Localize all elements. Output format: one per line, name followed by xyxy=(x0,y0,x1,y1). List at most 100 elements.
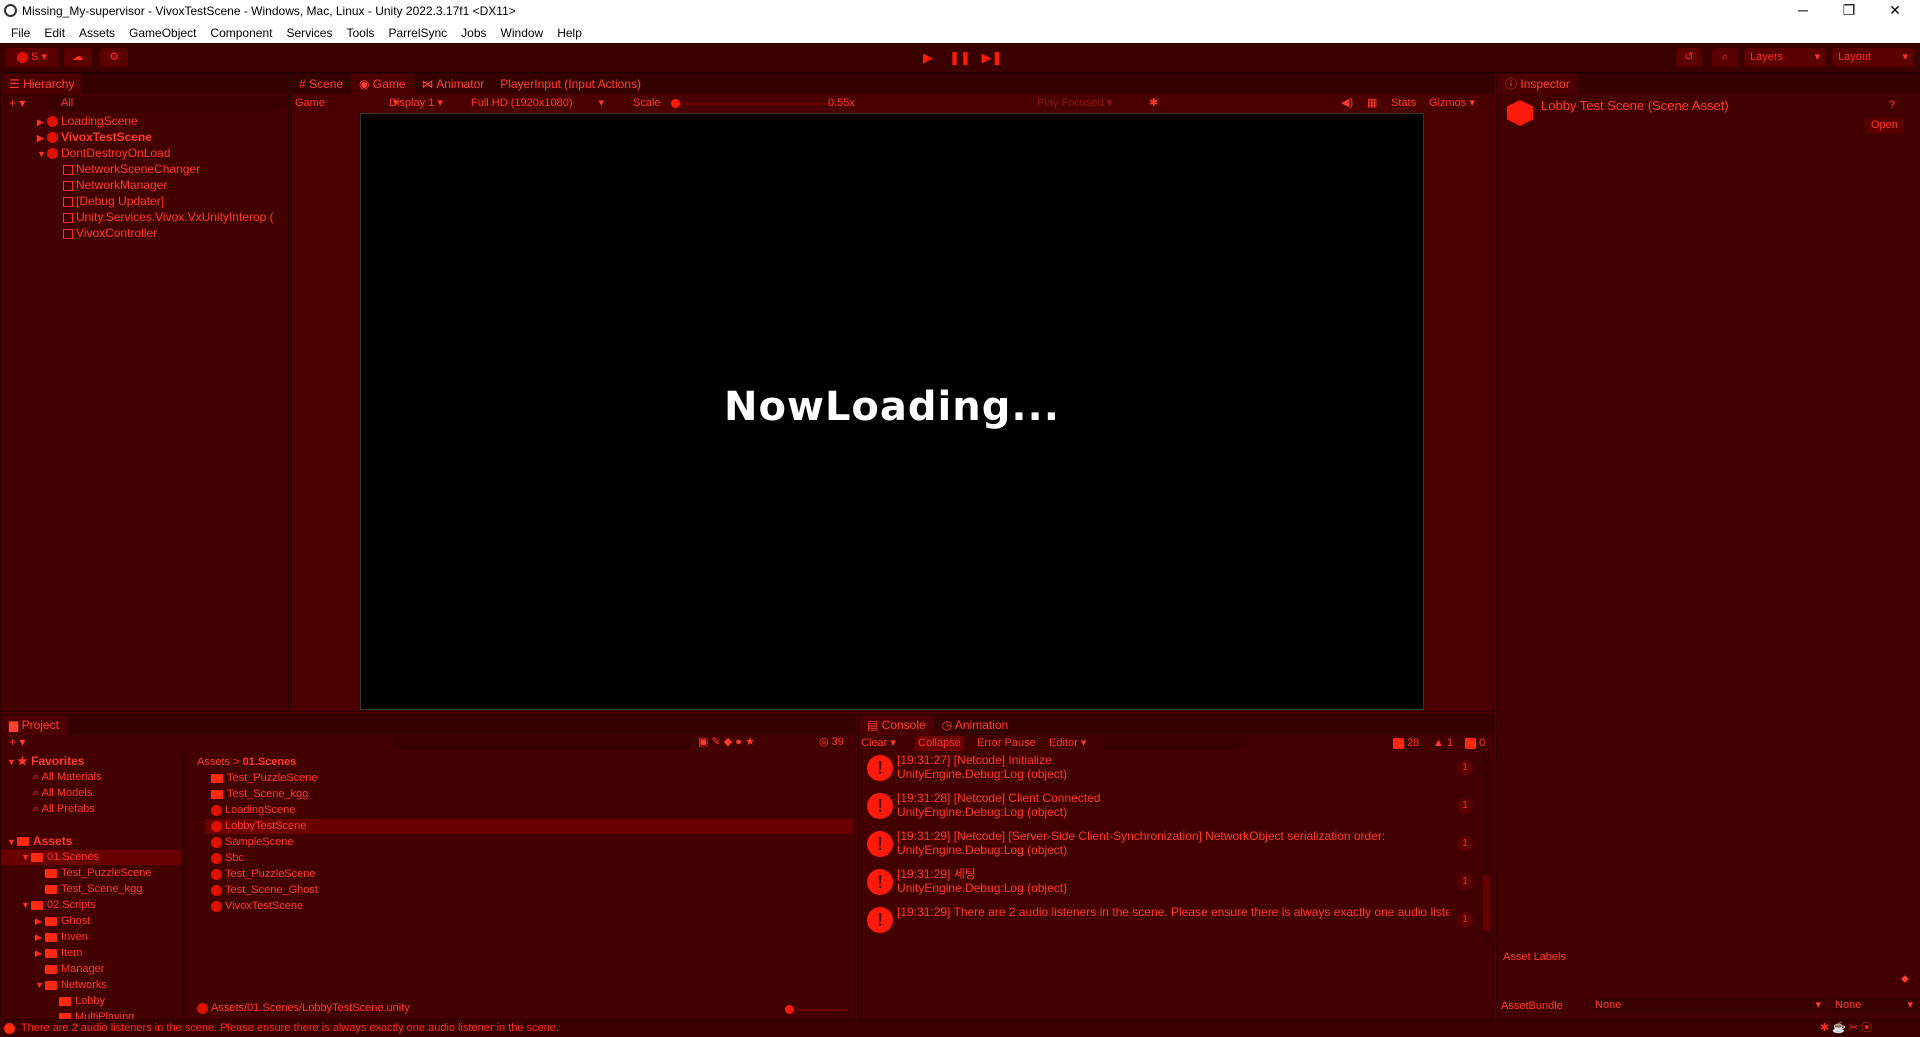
scale-slider-handle[interactable] xyxy=(671,99,680,108)
tab-animation[interactable]: ◷ Animation xyxy=(934,715,1017,735)
collapse-toggle[interactable]: Collapse xyxy=(915,736,964,751)
assetbundle-dropdown[interactable]: None ▾ xyxy=(1591,998,1825,1013)
error-count-toggle[interactable]: 28 xyxy=(1393,736,1419,751)
play-focused-dropdown[interactable]: Play Focused ▾ xyxy=(1037,96,1112,111)
tab-inspector[interactable]: ⓘ Inspector xyxy=(1497,74,1578,94)
expand-arrow-icon[interactable]: ▼ xyxy=(37,147,47,162)
warning-count-toggle[interactable]: ▲ 1 xyxy=(1433,736,1453,751)
tree-item-multiplaying[interactable]: MultiPlaying xyxy=(59,1010,134,1019)
bug-icon[interactable]: ✱ xyxy=(1149,96,1158,111)
favorite-all-prefabs[interactable]: ⌕ All Prefabs xyxy=(33,802,95,817)
filter-icons[interactable]: ▣ ✎ ◆ ● ★ xyxy=(698,735,755,750)
file-item[interactable]: Test_Scene_kgg xyxy=(211,787,308,802)
tab-hierarchy[interactable]: ☰ Hierarchy xyxy=(1,74,83,94)
step-button[interactable]: ▶❚ xyxy=(979,49,1005,67)
breadcrumb-assets[interactable]: Assets xyxy=(197,756,230,768)
resolution-dropdown[interactable]: Full HD (1920x1080) ▾ xyxy=(471,96,604,111)
hierarchy-item-networkscenechanger[interactable]: NetworkSceneChanger xyxy=(63,162,200,177)
file-item[interactable]: VivoxTestScene xyxy=(211,899,303,914)
gizmos-button[interactable]: Gizmos ▾ xyxy=(1429,96,1475,111)
layout-dropdown[interactable]: Layout ▾ xyxy=(1832,48,1914,67)
maximize-button[interactable]: ❐ xyxy=(1826,0,1872,22)
play-button[interactable]: ▶ xyxy=(915,49,941,67)
favorites-header[interactable]: ▼★ Favorites xyxy=(7,754,84,770)
hierarchy-item-vivoxcontroller[interactable]: VivoxController xyxy=(63,226,157,241)
tree-item-lobby[interactable]: Lobby xyxy=(59,994,105,1009)
tab-project[interactable]: ▆ Project xyxy=(1,715,67,735)
tree-item-ghost[interactable]: ▶ Ghost xyxy=(35,914,90,929)
console-scrollbar[interactable] xyxy=(1483,755,1490,945)
tree-item-test-scene-kgg[interactable]: Test_Scene_kgg xyxy=(45,882,142,897)
scale-slider[interactable] xyxy=(671,103,841,105)
status-bar[interactable]: There are 2 audio listeners in the scene… xyxy=(0,1020,1920,1037)
hierarchy-item-vxunityinterop[interactable]: Unity.Services.Vivox.VxUnityInterop ( xyxy=(63,210,288,225)
expand-arrow-icon[interactable]: ▼ xyxy=(21,850,31,865)
file-item[interactable]: Test_PuzzleScene xyxy=(211,867,316,882)
menu-help[interactable]: Help xyxy=(557,26,582,40)
menu-assets[interactable]: Assets xyxy=(79,26,115,40)
error-pause-toggle[interactable]: Error Pause xyxy=(977,736,1036,751)
info-count-toggle[interactable]: 0 xyxy=(1465,736,1485,751)
collab-icon[interactable]: ⚙ xyxy=(100,48,128,67)
tag-icon[interactable]: ⬥ xyxy=(1901,972,1909,987)
file-item[interactable]: Test_Scene_Ghost xyxy=(211,883,318,898)
console-scrollbar-thumb[interactable] xyxy=(1483,875,1490,931)
expand-arrow-icon[interactable]: ▼ xyxy=(7,755,17,770)
add-button[interactable]: + ▾ xyxy=(9,96,25,111)
expand-arrow-icon[interactable]: ▶ xyxy=(35,930,45,945)
status-icons[interactable]: ✱ ☕ ✂ ⦿ xyxy=(1820,1020,1872,1037)
pause-button[interactable]: ❚❚ xyxy=(947,49,973,67)
menu-file[interactable]: File xyxy=(11,26,30,40)
clear-button[interactable]: Clear ▾ xyxy=(861,736,896,751)
breadcrumb-01-scenes[interactable]: 01.Scenes xyxy=(243,756,297,768)
expand-arrow-icon[interactable]: ▶ xyxy=(37,131,47,146)
favorite-all-models[interactable]: ⌕ All Models xyxy=(33,786,92,801)
menu-services[interactable]: Services xyxy=(286,26,332,40)
file-item-selected[interactable]: LobbyTestScene xyxy=(205,819,853,834)
tree-item-01-scenes[interactable]: ▼ 01.Scenes xyxy=(1,850,181,865)
menu-parrelsync[interactable]: ParrelSync xyxy=(388,26,447,40)
tree-scrollbar[interactable] xyxy=(182,753,187,1019)
icon-size-slider[interactable] xyxy=(787,1009,847,1011)
hierarchy-item-vivoxtestscene[interactable]: ▶ VivoxTestScene xyxy=(37,130,152,146)
help-icon[interactable]: ? xyxy=(1889,98,1895,113)
tree-item-manager[interactable]: Manager xyxy=(45,962,104,977)
file-item[interactable]: SampleScene xyxy=(211,835,294,850)
open-button[interactable]: Open xyxy=(1865,118,1904,133)
game-mode-dropdown[interactable]: Game ▾ xyxy=(295,96,399,111)
icon-size-slider-handle[interactable] xyxy=(785,1005,794,1014)
create-button[interactable]: + ▾ xyxy=(9,735,25,750)
tree-item-test-puzzlescene[interactable]: Test_PuzzleScene xyxy=(45,866,152,881)
variant-dropdown[interactable]: None ▾ xyxy=(1831,998,1917,1013)
history-icon[interactable]: ↺ xyxy=(1676,48,1702,67)
menu-edit[interactable]: Edit xyxy=(44,26,65,40)
expand-arrow-icon[interactable]: ▼ xyxy=(21,898,31,913)
menu-tools[interactable]: Tools xyxy=(346,26,374,40)
hidden-count[interactable]: ◎ 39 xyxy=(819,735,844,750)
stats-button[interactable]: Stats xyxy=(1391,96,1416,111)
menu-window[interactable]: Window xyxy=(501,26,544,40)
hierarchy-item-loadingscene[interactable]: ▶ LoadingScene xyxy=(37,114,138,130)
assets-root[interactable]: ▼ Assets xyxy=(7,834,72,850)
expand-arrow-icon[interactable]: ▼ xyxy=(7,835,17,850)
menu-component[interactable]: Component xyxy=(210,26,272,40)
tree-item-02-scripts[interactable]: ▼ 02.Scripts xyxy=(21,898,96,913)
expand-arrow-icon[interactable]: ▶ xyxy=(35,946,45,961)
project-search-input[interactable] xyxy=(393,736,691,750)
tree-item-networks[interactable]: ▼ Networks xyxy=(35,978,107,993)
file-item[interactable]: Sbc xyxy=(211,851,244,866)
minimize-button[interactable]: ─ xyxy=(1780,0,1826,22)
tree-item-inven[interactable]: ▶ Inven xyxy=(35,930,88,945)
tree-item-item[interactable]: ▶ Item xyxy=(35,946,82,961)
tab-game[interactable]: ◉ Game xyxy=(351,74,414,94)
hierarchy-item-dontdestroyonload[interactable]: ▼ DontDestroyOnLoad xyxy=(37,146,170,162)
console-search-input[interactable] xyxy=(1103,736,1243,750)
menu-jobs[interactable]: Jobs xyxy=(461,26,486,40)
expand-arrow-icon[interactable]: ▼ xyxy=(35,978,45,993)
favorite-all-materials[interactable]: ⌕ All Materials xyxy=(33,770,102,785)
cloud-icon[interactable]: ☁ xyxy=(64,48,92,67)
tab-console[interactable]: ▤ Console xyxy=(859,715,934,735)
editor-dropdown[interactable]: Editor ▾ xyxy=(1049,736,1086,751)
search-icon[interactable]: ⌕ xyxy=(1712,48,1738,67)
game-viewport[interactable]: NowLoading... xyxy=(360,113,1424,710)
